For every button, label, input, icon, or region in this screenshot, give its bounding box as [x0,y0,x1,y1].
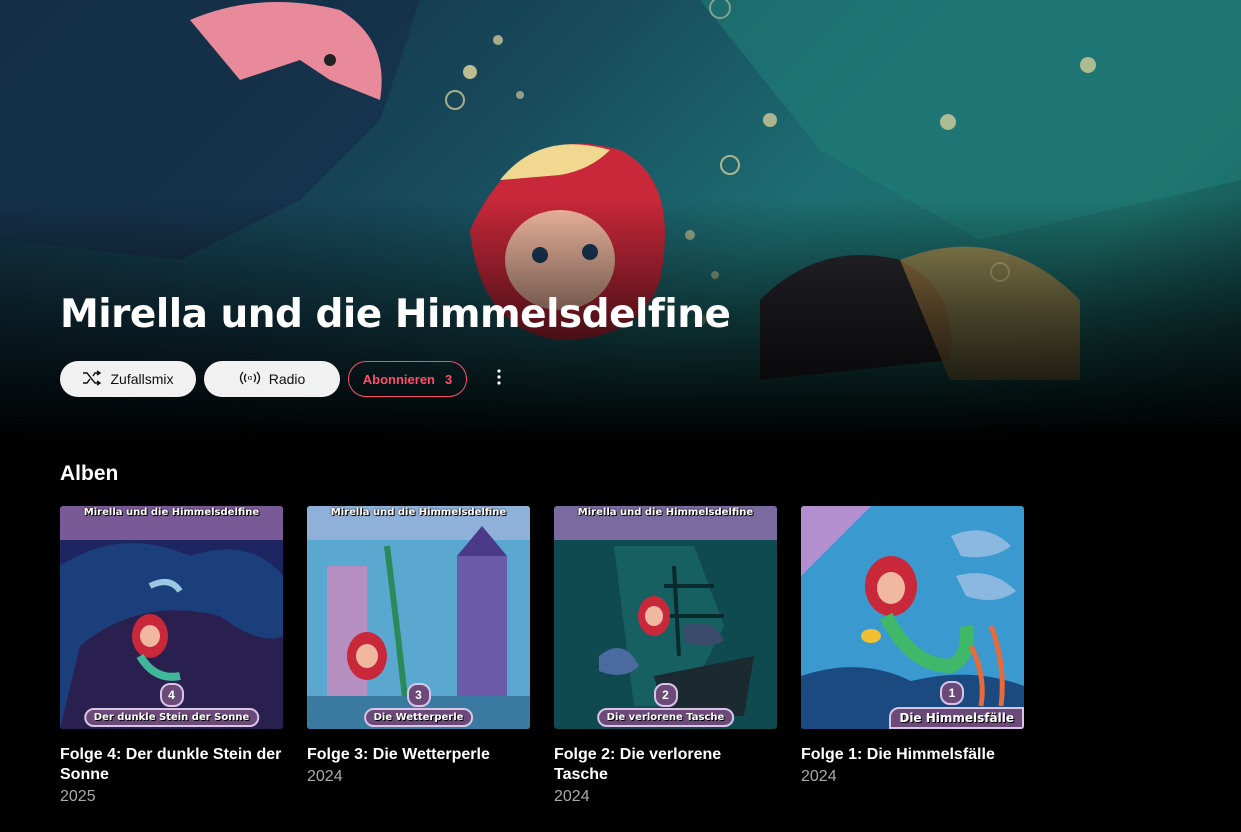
more-options-button[interactable] [487,361,511,397]
album-cover[interactable]: Mirella und die Himmelsdelfine 2 Die ver… [554,506,777,729]
album-year: 2025 [60,788,96,805]
radio-label: Radio [268,371,306,387]
album-cover[interactable]: Mirella und die Himmelsdelfine 3 Die Wet… [307,506,530,729]
subscriber-count: 3 [445,371,453,387]
radio-button[interactable]: Radio [204,361,340,397]
album-year: 2024 [554,788,590,805]
albums-shelf: Mirella und die Himmelsdelfine 4 Der dun… [60,506,1024,807]
artist-title: Mirella und die Himmelsdelfine [60,292,731,337]
action-bar: Zufallsmix Radio Abonnieren 3 [60,361,511,397]
shuffle-icon [82,369,102,389]
album-cover-subtitle: Die verlorene Tasche [596,708,735,727]
album-cover-series: Mirella und die Himmelsdelfine [83,507,260,518]
albums-section-title: Alben [60,462,119,485]
album-card[interactable]: 1 Die Himmelsfälle Folge 1: Die Himmelsf… [801,506,1024,807]
album-cover-subtitle: Die Wetterperle [363,708,474,727]
radio-icon [239,370,261,389]
album-card[interactable]: Mirella und die Himmelsdelfine 3 Die Wet… [307,506,530,807]
subscribe-button[interactable]: Abonnieren 3 [348,361,467,397]
subscribe-label: Abonnieren [362,371,435,387]
album-cover-series: Mirella und die Himmelsdelfine [330,507,507,518]
album-title[interactable]: Folge 2: Die verlorene Tasche [554,745,777,785]
album-year: 2024 [801,768,837,785]
album-cover-subtitle: Die Himmelsfälle [889,707,1024,729]
shuffle-label: Zufallsmix [110,371,174,387]
album-card[interactable]: Mirella und die Himmelsdelfine 2 Die ver… [554,506,777,807]
album-title[interactable]: Folge 3: Die Wetterperle [307,745,530,765]
album-cover-number: 4 [159,683,184,707]
album-cover-number: 3 [406,683,431,707]
album-cover-number: 1 [940,681,964,705]
album-year: 2024 [307,768,343,785]
album-cover[interactable]: Mirella und die Himmelsdelfine 4 Der dun… [60,506,283,729]
album-cover-subtitle: Der dunkle Stein der Sonne [83,708,260,727]
album-cover[interactable]: 1 Die Himmelsfälle [801,506,1024,729]
album-card[interactable]: Mirella und die Himmelsdelfine 4 Der dun… [60,506,283,807]
album-title[interactable]: Folge 4: Der dunkle Stein der Sonne [60,745,283,785]
album-cover-series: Mirella und die Himmelsdelfine [577,507,754,518]
album-cover-number: 2 [653,683,678,707]
more-vert-icon [497,368,501,390]
album-title[interactable]: Folge 1: Die Himmelsfälle [801,745,1024,765]
shuffle-button[interactable]: Zufallsmix [60,361,196,397]
